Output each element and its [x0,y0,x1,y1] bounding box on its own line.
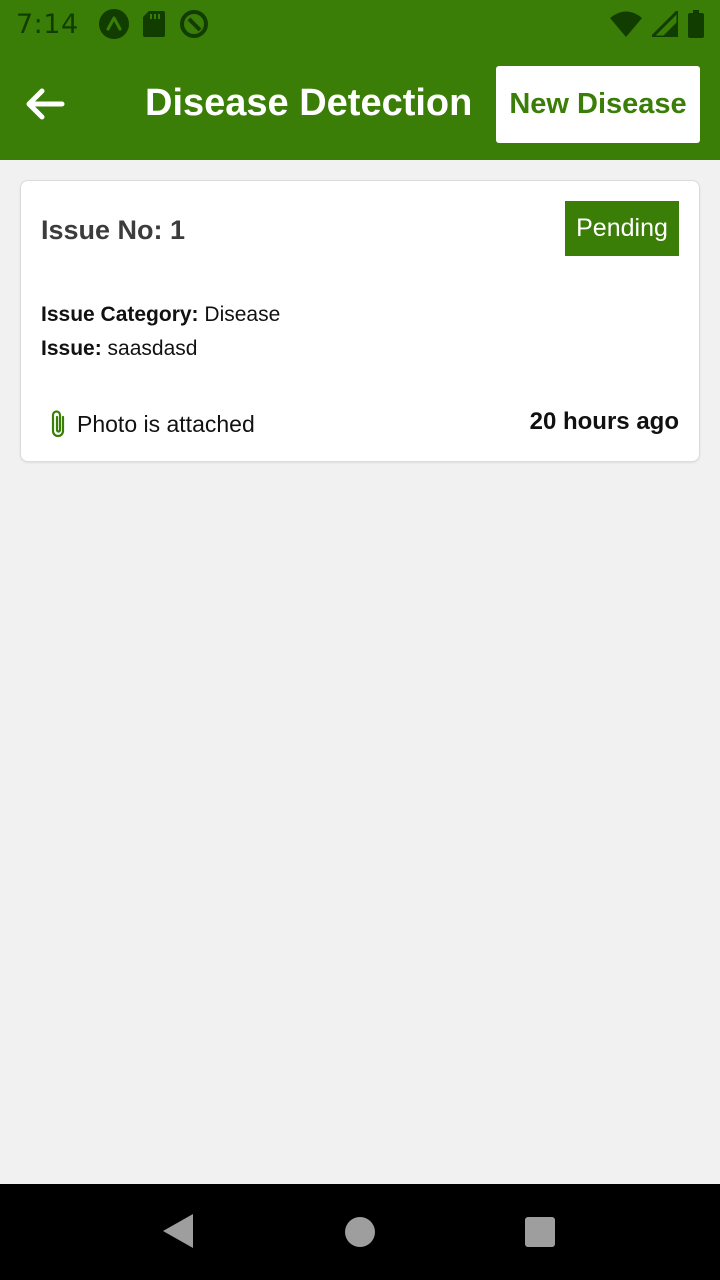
nav-back-icon[interactable] [163,1214,193,1253]
sync-icon [179,9,209,39]
status-icons-right [610,10,704,38]
status-bar: 7:14 [0,0,720,48]
attachment-indicator: Photo is attached [49,409,255,439]
issue-category-row: Issue Category: Disease [41,303,280,327]
status-icons-left [98,9,209,39]
battery-icon [688,10,704,38]
app-notification-icon [98,9,129,39]
issue-label: Issue: [41,337,102,360]
attachment-text: Photo is attached [77,410,255,437]
nav-home-icon[interactable] [345,1217,375,1247]
issue-value: saasdasd [107,337,198,360]
status-time: 7:14 [16,8,79,40]
system-nav-bar [0,1184,720,1280]
issue-row: Issue: saasdasd [41,337,197,361]
back-button[interactable] [24,86,66,122]
issue-card[interactable]: Issue No: 1 Pending Issue Category: Dise… [20,180,700,462]
paperclip-icon [49,409,69,439]
status-badge: Pending [565,201,679,256]
app-bar: Disease Detection New Disease [0,48,720,160]
page-title: Disease Detection [145,82,473,124]
issue-category-label: Issue Category: [41,303,199,326]
sd-card-icon [142,11,165,37]
arrow-left-icon [24,86,66,122]
new-disease-button[interactable]: New Disease [496,66,700,143]
cellular-signal-icon [652,11,678,37]
nav-recents-icon[interactable] [525,1217,555,1247]
issue-category-value: Disease [204,303,281,326]
issue-number: Issue No: 1 [41,215,186,245]
wifi-icon [610,11,642,37]
time-ago: 20 hours ago [529,408,679,435]
